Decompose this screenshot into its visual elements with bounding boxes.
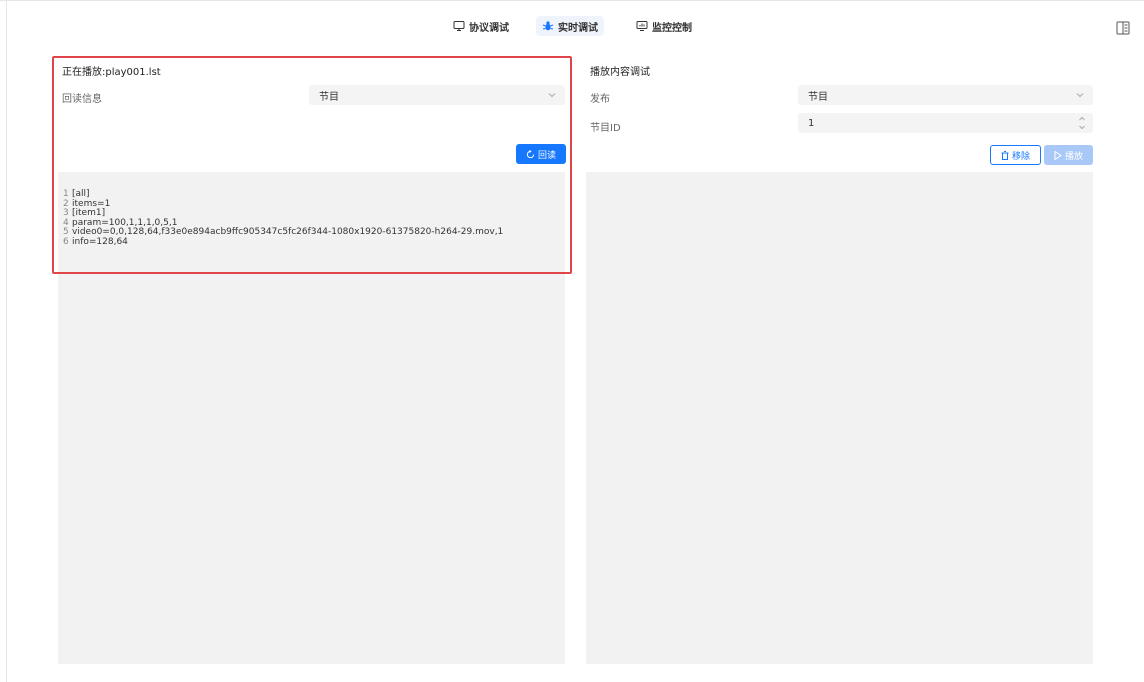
readback-info-label: 回读信息 bbox=[62, 94, 102, 105]
program-id-value: 1 bbox=[808, 117, 815, 129]
tab-protocol-debug[interactable]: 协议调试 bbox=[447, 16, 515, 36]
play-button[interactable]: 播放 bbox=[1044, 145, 1093, 165]
now-playing-label: 正在播放:play001.lst bbox=[62, 67, 161, 78]
readback-button[interactable]: 回读 bbox=[516, 144, 566, 164]
refresh-icon bbox=[526, 149, 535, 158]
frame-left-border bbox=[6, 0, 7, 682]
chevron-down-icon bbox=[548, 93, 556, 98]
tab-monitor-control[interactable]: 监控控制 bbox=[630, 16, 698, 36]
play-content-debug-title: 播放内容调试 bbox=[590, 67, 650, 78]
top-navigation: 协议调试 实时调试 监控控制 bbox=[0, 8, 1144, 42]
readback-type-select-value: 节目 bbox=[319, 91, 339, 103]
tab-realtime-debug[interactable]: 实时调试 bbox=[536, 16, 604, 36]
trash-icon bbox=[1001, 150, 1009, 160]
publish-type-select[interactable]: 节目 bbox=[798, 85, 1093, 105]
remove-button[interactable]: 移除 bbox=[990, 145, 1041, 165]
tab-realtime-debug-label: 实时调试 bbox=[558, 22, 598, 34]
play-icon bbox=[1054, 150, 1062, 160]
play-button-label: 播放 bbox=[1064, 151, 1083, 162]
sidebar-menu-icon[interactable] bbox=[1116, 21, 1130, 35]
code-line: 6 info=128,64 bbox=[63, 236, 559, 248]
readback-code-view: 1 [all] 2 items=1 3 [item1] 4 param=100,1,1,… bbox=[63, 189, 559, 248]
number-stepper-icon[interactable] bbox=[1077, 114, 1087, 132]
code-text: video0=0,0,128,64,f33e0e894acb9ffc905347… bbox=[72, 227, 504, 237]
program-id-input[interactable]: 1 bbox=[798, 113, 1093, 133]
readback-button-label: 回读 bbox=[537, 150, 556, 161]
tab-protocol-debug-label: 协议调试 bbox=[469, 22, 509, 34]
chevron-down-icon bbox=[1076, 93, 1084, 98]
tab-monitor-control-label: 监控控制 bbox=[652, 22, 692, 34]
readback-type-select[interactable]: 节目 bbox=[309, 85, 565, 105]
code-line: 1 [all] bbox=[63, 189, 559, 200]
remove-button-label: 移除 bbox=[1011, 151, 1030, 162]
code-line: 2 items=1 bbox=[63, 199, 559, 210]
bug-icon bbox=[542, 21, 554, 31]
play-content-panel bbox=[586, 172, 1093, 664]
publish-type-select-value: 节目 bbox=[808, 91, 828, 103]
frame-top-border bbox=[0, 0, 1144, 1]
monitor-icon bbox=[453, 21, 465, 31]
line-number: 6 bbox=[63, 236, 69, 247]
publish-label: 发布 bbox=[590, 94, 610, 105]
code-text: info=128,64 bbox=[72, 236, 128, 247]
program-id-label: 节目ID bbox=[590, 123, 621, 134]
monitor-chart-icon bbox=[636, 21, 648, 31]
code-line: 5 video0=0,0,128,64,f33e0e894acb9ffc90534… bbox=[63, 227, 559, 238]
